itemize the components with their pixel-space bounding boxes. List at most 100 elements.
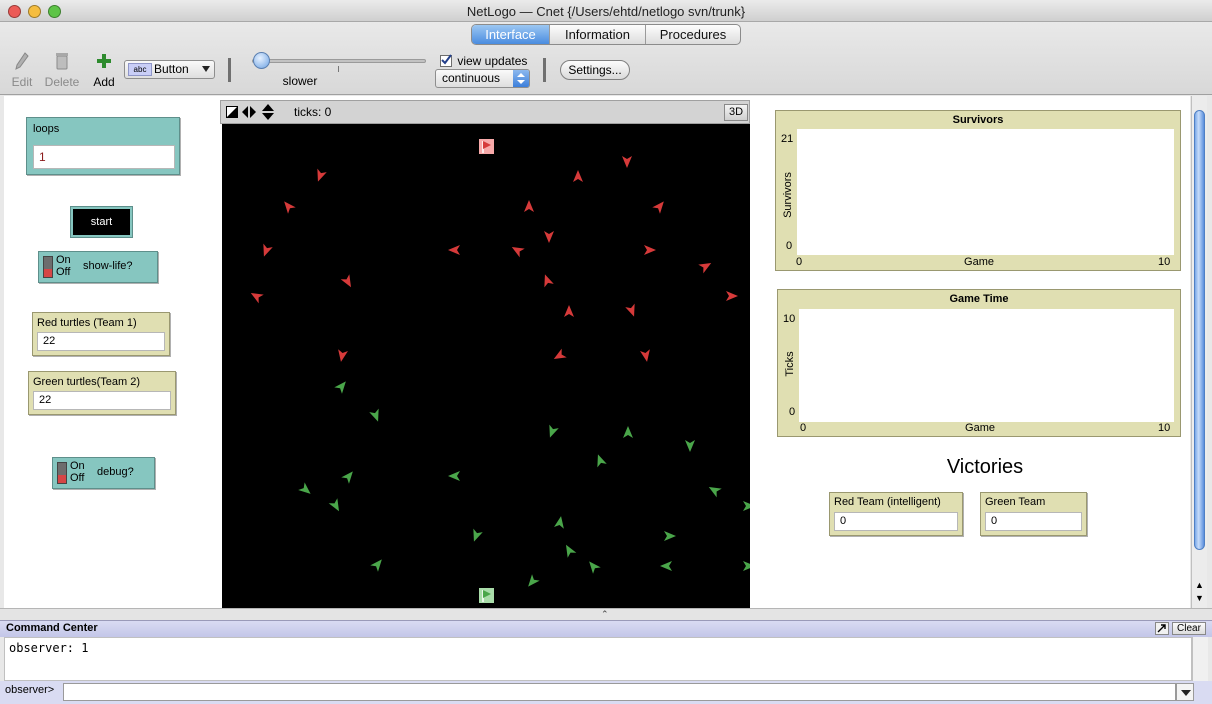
red-turtle [524, 200, 534, 212]
green-team-label: Green Team [985, 496, 1046, 508]
command-input[interactable] [63, 683, 1176, 701]
speed-label: slower [282, 74, 318, 88]
green-turtle [597, 454, 607, 468]
slider-track [252, 59, 426, 63]
plot-ymin: 0 [786, 240, 793, 252]
switch-knob[interactable] [57, 462, 67, 484]
green-turtle [448, 471, 460, 481]
plot-area [797, 129, 1174, 255]
plot-title: Survivors [952, 114, 1004, 126]
view-header: ticks: 0 3D [220, 100, 750, 124]
expand-icon[interactable] [1155, 622, 1169, 635]
green-turtles-label: Green turtles(Team 2) [33, 376, 140, 388]
add-label: Add [93, 75, 115, 89]
green-team-monitor: Green Team 0 [980, 492, 1087, 536]
plot-title: Game Time [949, 293, 1009, 305]
red-team-label: Red Team (intelligent) [834, 496, 941, 508]
tab-interface[interactable]: Interface [472, 25, 550, 44]
plot-ylabel: Survivors [782, 172, 794, 218]
green-turtle [589, 561, 601, 574]
slider-tick [338, 66, 339, 72]
command-center-header: Command Center Clear [0, 620, 1212, 637]
victories-title: Victories [946, 456, 1024, 478]
chevron-down-icon [202, 66, 210, 72]
red-turtle [622, 156, 632, 168]
survivors-plot: Survivors 21 0 Survivors 0 Game 10 [775, 110, 1181, 271]
show-life-switch[interactable]: On Off show-life? [38, 251, 158, 283]
command-center-title: Command Center [6, 622, 98, 634]
caret-up-icon[interactable]: ⌃ [601, 609, 609, 620]
red-team-value: 0 [834, 512, 958, 531]
green-turtle [743, 561, 750, 571]
speed-slider[interactable] [250, 52, 428, 72]
green-turtle-group [298, 381, 750, 587]
debug-label: debug? [97, 466, 134, 478]
toolbar-separator [543, 58, 546, 82]
plot-xmax: 10 [1158, 256, 1171, 268]
green-turtle [664, 531, 676, 541]
tab-procedures[interactable]: Procedures [646, 25, 740, 44]
scroll-up-icon[interactable]: ▲ [1195, 580, 1204, 590]
red-turtle [698, 263, 712, 274]
scrollbar-thumb[interactable] [1194, 110, 1205, 550]
command-input-row: observer> [0, 681, 1212, 704]
loops-input-widget[interactable]: loops 1 [26, 117, 180, 175]
output-scrollbar[interactable] [1192, 637, 1208, 681]
red-turtle [573, 170, 583, 182]
green-flag [479, 588, 494, 603]
red-turtle [625, 303, 635, 317]
view-updates-label: view updates [457, 53, 528, 68]
widget-type-select[interactable]: abc Button [124, 60, 215, 79]
red-turtle-group [250, 156, 738, 362]
debug-switch[interactable]: On Off debug? [52, 457, 155, 489]
loops-label: loops [33, 123, 60, 135]
observer-prompt[interactable]: observer> [5, 684, 54, 696]
resize-view-icon[interactable] [226, 106, 238, 118]
green-turtle [298, 482, 311, 494]
red-flag [479, 139, 494, 154]
red-turtle [511, 247, 525, 258]
green-turtle [554, 516, 564, 529]
green-turtle [370, 559, 382, 572]
scroll-down-icon[interactable]: ▼ [1195, 593, 1204, 603]
horizontal-arrows-icon[interactable] [242, 105, 256, 119]
red-turtle [338, 349, 348, 362]
tab-information[interactable]: Information [550, 25, 646, 44]
red-turtle [448, 245, 460, 255]
edit-label: Edit [11, 75, 33, 89]
clear-button[interactable]: Clear [1172, 622, 1206, 635]
plot-xlabel: Game [964, 256, 994, 268]
red-turtle [317, 168, 327, 182]
history-dropdown[interactable] [1176, 683, 1194, 701]
red-team-monitor: Red Team (intelligent) 0 [829, 492, 963, 536]
green-turtle [660, 561, 672, 571]
start-label: start [73, 209, 130, 235]
switch-knob[interactable] [43, 256, 53, 278]
plot-area [799, 309, 1174, 422]
vertical-scrollbar[interactable]: ▲ ▼ [1191, 96, 1207, 608]
command-output: observer: 1 [4, 637, 1192, 681]
chevron-down-icon [1181, 690, 1191, 696]
pane-splitter[interactable]: ⌃ [0, 608, 1212, 620]
settings-button[interactable]: Settings... [560, 60, 630, 80]
edit-button[interactable]: Edit [8, 52, 36, 89]
world-view[interactable] [222, 124, 750, 608]
green-team-value: 0 [985, 512, 1082, 531]
update-mode-select[interactable]: continuous [435, 69, 530, 88]
trash-icon [56, 53, 68, 70]
slider-thumb[interactable] [253, 52, 270, 69]
green-turtle [528, 574, 540, 587]
view-updates-checkbox[interactable] [440, 54, 452, 67]
green-turtles-value: 22 [33, 391, 171, 410]
vertical-arrows-icon[interactable] [261, 104, 275, 120]
window-title: NetLogo — Cnet {/Users/ehtd/netlogo svn/… [466, 4, 746, 19]
start-button[interactable]: start [70, 206, 133, 238]
red-turtles-label: Red turtles (Team 1) [37, 317, 137, 329]
add-button[interactable]: Add [90, 52, 118, 89]
checkmark-icon [441, 54, 452, 65]
3d-button[interactable]: 3D [724, 104, 748, 121]
red-turtle [553, 348, 567, 359]
delete-button[interactable]: Delete [44, 52, 80, 89]
loops-field[interactable]: 1 [33, 145, 175, 169]
red-turtle [544, 231, 554, 243]
